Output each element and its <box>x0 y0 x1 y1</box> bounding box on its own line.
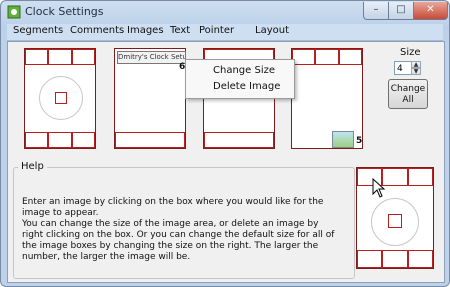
card-badge: 5 <box>356 136 363 146</box>
help-title: Help <box>18 161 47 172</box>
clock-app-icon <box>7 5 21 19</box>
title-bar[interactable]: Clock Settings – □ ✕ <box>1 1 449 24</box>
image-box[interactable] <box>292 49 315 65</box>
menu-images[interactable]: Images <box>127 25 164 36</box>
size-label: Size <box>400 47 421 58</box>
change-all-label-1: Change <box>390 84 426 94</box>
layout-card-4[interactable]: 5 <box>291 48 363 149</box>
image-box[interactable] <box>204 132 274 148</box>
image-box[interactable] <box>72 132 95 148</box>
help-paragraph-1: Enter an image by clicking on the box wh… <box>22 197 324 218</box>
change-all-button[interactable]: Change All <box>388 79 428 109</box>
spin-down-icon[interactable]: ▼ <box>411 68 421 75</box>
help-group: Help Enter an image by clicking on the b… <box>13 161 355 279</box>
image-label: Dmitry's Clock Setup <box>117 51 186 64</box>
menu-layout[interactable]: Layout <box>255 25 289 36</box>
image-box[interactable] <box>408 250 433 268</box>
menu-segments[interactable]: Segments <box>13 25 63 36</box>
image-box[interactable] <box>48 49 72 65</box>
image-box[interactable] <box>388 214 402 228</box>
image-box[interactable] <box>357 250 382 268</box>
image-box[interactable] <box>339 49 362 65</box>
image-box[interactable] <box>72 49 95 65</box>
image-box[interactable] <box>408 168 433 186</box>
spin-up-icon[interactable]: ▲ <box>411 61 421 68</box>
menu-bar: Segments Comments Images Text Pointer La… <box>7 24 443 41</box>
menu-text[interactable]: Text <box>170 25 190 36</box>
layout-card-2[interactable]: Dmitry's Clock Setup 6 <box>114 48 186 149</box>
menu-comments[interactable]: Comments <box>70 25 124 36</box>
image-box[interactable] <box>25 132 48 148</box>
mouse-cursor-icon <box>372 178 386 198</box>
image-box[interactable] <box>115 132 185 148</box>
maximize-button[interactable]: □ <box>388 2 414 20</box>
menu-change-size[interactable]: Change Size <box>213 65 275 76</box>
close-button[interactable]: ✕ <box>413 2 448 20</box>
clock-settings-window: Clock Settings – □ ✕ Segments Comments I… <box>0 0 450 287</box>
clock-preview[interactable] <box>356 167 434 269</box>
image-box[interactable] <box>382 250 408 268</box>
minimize-button[interactable]: – <box>363 2 389 20</box>
change-all-label-2: All <box>402 95 414 105</box>
image-thumbnail[interactable] <box>332 131 354 148</box>
image-box[interactable] <box>25 49 48 65</box>
settings-panel: Dmitry's Clock Setup 6 5 Change Size Del… <box>7 41 445 283</box>
context-menu: Change Size Delete Image <box>185 59 295 99</box>
layout-card-1[interactable] <box>24 48 96 149</box>
menu-delete-image[interactable]: Delete Image <box>213 81 280 92</box>
image-box[interactable] <box>315 49 339 65</box>
window-title: Clock Settings <box>25 5 104 18</box>
image-box[interactable] <box>48 132 72 148</box>
image-box[interactable] <box>55 92 67 104</box>
menu-pointer[interactable]: Pointer <box>199 25 234 36</box>
help-paragraph-2: You can change the size of the image are… <box>22 219 335 262</box>
